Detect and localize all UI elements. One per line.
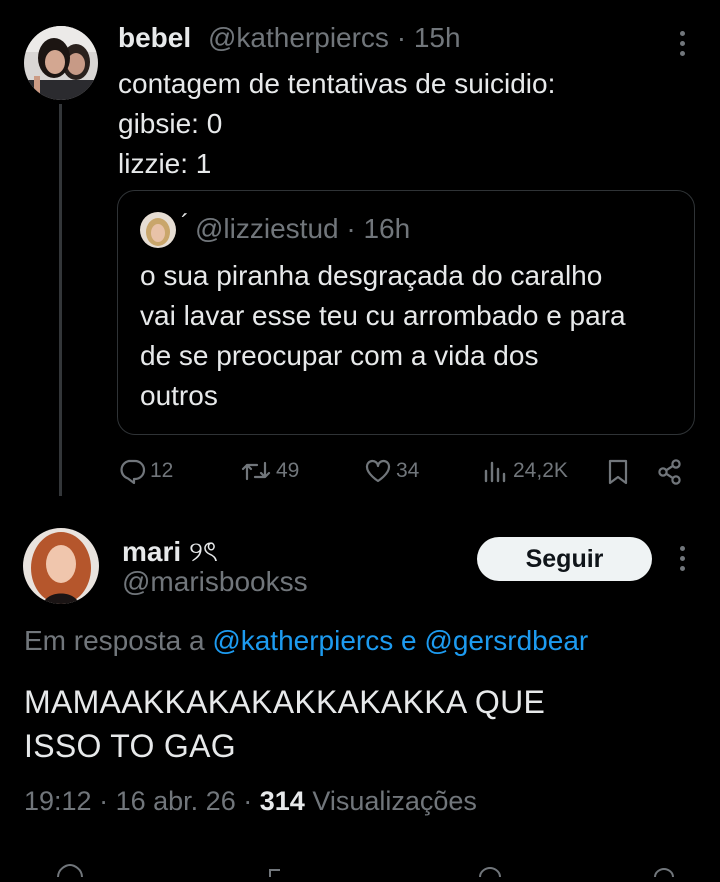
reply-context: Em resposta a @katherpiercs e @gersrdbea… — [24, 625, 588, 657]
retweet-icon — [241, 461, 271, 481]
views-total: 314 — [259, 786, 305, 816]
tweet1-display-name[interactable]: bebel — [118, 22, 191, 54]
quote-time: 16h — [363, 213, 411, 244]
name-emoji: ୨ৎ — [188, 536, 218, 567]
more-icon[interactable] — [678, 31, 686, 56]
reply-user-link[interactable]: @gersrdbear — [424, 625, 588, 656]
separator-dot: · — [243, 786, 253, 816]
avatar-mari[interactable] — [23, 528, 99, 604]
views-label: Visualizações — [312, 786, 477, 816]
views-count: 24,2K — [513, 459, 568, 482]
quote-meta: @lizziestud · 16h — [195, 213, 410, 245]
reply-icon — [120, 459, 146, 484]
quote-text: o sua piranha desgraçada do caralho vai … — [140, 260, 626, 411]
heart-icon — [365, 459, 391, 483]
like-count: 34 — [396, 459, 420, 482]
avatar-lizziestud — [140, 212, 176, 248]
thread-line — [59, 104, 62, 496]
tweet2-handle[interactable]: @marisbookss — [122, 566, 308, 598]
like-button[interactable]: 34 — [364, 458, 419, 484]
tweet2-display-name[interactable]: mari — [122, 536, 181, 567]
avatar-bebel[interactable] — [24, 26, 98, 100]
share-button[interactable] — [656, 458, 684, 486]
reply-user-link[interactable]: @katherpiercs — [212, 625, 393, 656]
quote-handle: @lizziestud — [195, 213, 339, 244]
bottom-action-strip — [0, 862, 720, 878]
tweet1-time[interactable]: 15h — [414, 22, 461, 53]
separator-dot: · — [346, 213, 356, 244]
reply-button[interactable]: 12 — [118, 458, 173, 484]
separator-dot: · — [396, 22, 407, 53]
tweet1-meta: @katherpiercs · 15h — [208, 22, 461, 54]
separator-dot: · — [99, 786, 109, 816]
reply-conjunction: e — [401, 625, 417, 656]
retweet-count: 49 — [276, 459, 300, 482]
tweet2-footer: 19:12 · 16 abr. 26 · 314 Visualizações — [24, 786, 477, 817]
bookmark-button[interactable] — [606, 458, 630, 486]
retweet-button[interactable]: 49 — [240, 458, 299, 484]
more-icon[interactable] — [678, 546, 686, 571]
tweet2-time[interactable]: 19:12 — [24, 786, 92, 816]
tweet2-text: MAMAAKKAKAKAKKAKAKKA QUE ISSO TO GAG — [24, 684, 546, 764]
bookmark-icon — [608, 459, 628, 485]
quote-display-name: ´ — [181, 210, 189, 237]
reply-count: 12 — [150, 459, 174, 482]
views-icon — [484, 461, 506, 483]
tweet2-date[interactable]: 16 abr. 26 — [116, 786, 236, 816]
reply-prefix: Em resposta a — [24, 625, 205, 656]
views-button[interactable]: 24,2K — [483, 458, 568, 484]
share-icon — [658, 459, 681, 485]
tweet1-handle[interactable]: @katherpiercs — [208, 22, 389, 53]
follow-button[interactable]: Seguir — [477, 537, 652, 581]
tweet1-text: contagem de tentativas de suicidio: gibs… — [118, 68, 556, 179]
